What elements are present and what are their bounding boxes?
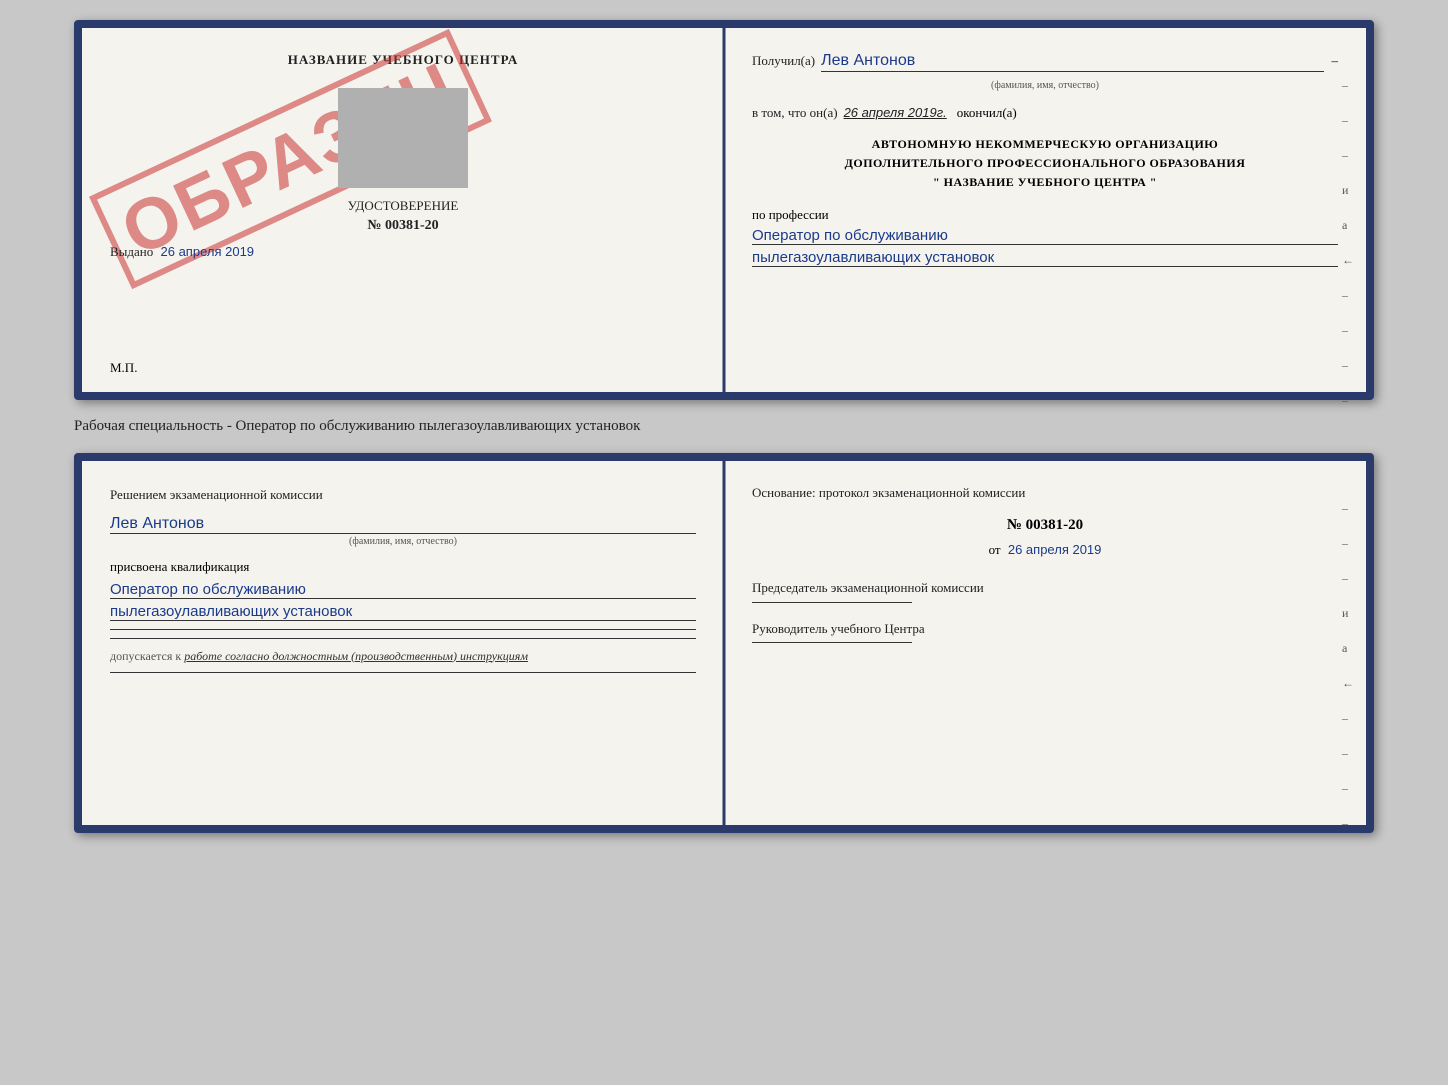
- bottom-name: Лев Антонов: [110, 515, 696, 534]
- bottom-date-line: от 26 апреля 2019: [752, 542, 1338, 558]
- separator-line3: [110, 672, 696, 673]
- osnov-title: Основание: протокол экзаменационной коми…: [752, 485, 1338, 501]
- bottom-right-dashes: – – – и а ← – – – –: [1342, 501, 1354, 831]
- dopusk-value: работе согласно должностным (производств…: [184, 649, 528, 663]
- poluchil-sub: (фамилия, имя, отчество): [752, 80, 1338, 91]
- separator-line1: [110, 629, 696, 630]
- bottom-name-sub: (фамилия, имя, отчество): [110, 536, 696, 547]
- ruk-sign-line: [752, 642, 912, 643]
- vydano-date: 26 апреля 2019: [161, 244, 255, 259]
- reshen-title: Решением экзаменационной комиссии: [110, 485, 696, 505]
- vydano-line: Выдано 26 апреля 2019: [110, 244, 696, 260]
- org-line2: ДОПОЛНИТЕЛЬНОГО ПРОФЕССИОНАЛЬНОГО ОБРАЗО…: [752, 154, 1338, 173]
- ruk-label: Руководитель учебного Центра: [752, 619, 1338, 639]
- poluchil-label: Получил(а): [752, 53, 815, 69]
- cert-right-page: Получил(а) Лев Антонов – (фамилия, имя, …: [724, 28, 1366, 392]
- ot-label: от: [989, 542, 1001, 557]
- poluchil-value: Лев Антонов: [821, 52, 1323, 72]
- mp-label: М.П.: [110, 360, 137, 376]
- kval-line1: Оператор по обслуживанию: [110, 581, 696, 599]
- org-line3: " НАЗВАНИЕ УЧЕБНОГО ЦЕНТРА ": [752, 173, 1338, 192]
- vtom-line: в том, что он(а) 26 апреля 2019г. окончи…: [752, 105, 1338, 121]
- vydano-label: Выдано: [110, 244, 153, 259]
- udost-label: УДОСТОВЕРЕНИЕ: [348, 198, 459, 214]
- bottom-num: № 00381-20: [752, 517, 1338, 534]
- vtom-date: 26 апреля 2019г.: [844, 105, 947, 120]
- pred-label: Председатель экзаменационной комиссии: [752, 578, 1338, 598]
- certificate-top: НАЗВАНИЕ УЧЕБНОГО ЦЕНТРА ОБРАЗЕЦ УДОСТОВ…: [74, 20, 1374, 400]
- pred-sign-line: [752, 602, 912, 603]
- middle-text: Рабочая специальность - Оператор по обсл…: [74, 412, 1374, 441]
- profession-line1: Оператор по обслуживанию: [752, 227, 1338, 245]
- separator-line2: [110, 638, 696, 639]
- profession-line2: пылегазоулавливающих установок: [752, 249, 1338, 267]
- org-block: АВТОНОМНУЮ НЕКОММЕРЧЕСКУЮ ОРГАНИЗАЦИЮ ДО…: [752, 135, 1338, 193]
- org-line1: АВТОНОМНУЮ НЕКОММЕРЧЕСКУЮ ОРГАНИЗАЦИЮ: [752, 135, 1338, 154]
- bottom-right-page: Основание: протокол экзаменационной коми…: [724, 461, 1366, 825]
- certificate-bottom: Решением экзаменационной комиссии Лев Ан…: [74, 453, 1374, 833]
- kval-line2: пылегазоулавливающих установок: [110, 603, 696, 621]
- right-dashes: – – – и а ← – – – –: [1342, 78, 1354, 408]
- okonchil-label: окончил(а): [957, 105, 1017, 121]
- stamp-area: УДОСТОВЕРЕНИЕ № 00381-20 Выдано 26 апрел…: [110, 88, 696, 260]
- poluchil-line: Получил(а) Лев Антонов –: [752, 52, 1338, 72]
- photo-placeholder: [338, 88, 468, 188]
- po-professii: по профессии: [752, 207, 1338, 223]
- vtom-label: в том, что он(а): [752, 105, 838, 121]
- dopusk-label: допускается к: [110, 649, 181, 663]
- dopusk-block: допускается к работе согласно должностны…: [110, 649, 696, 664]
- cert-number: № 00381-20: [367, 218, 438, 234]
- bottom-left-page: Решением экзаменационной комиссии Лев Ан…: [82, 461, 724, 825]
- cert-title: НАЗВАНИЕ УЧЕБНОГО ЦЕНТРА: [110, 52, 696, 68]
- ot-date: 26 апреля 2019: [1008, 542, 1102, 557]
- cert-left-page: НАЗВАНИЕ УЧЕБНОГО ЦЕНТРА ОБРАЗЕЦ УДОСТОВ…: [82, 28, 724, 392]
- prisvoena-label: присвоена квалификация: [110, 559, 696, 575]
- document-container: НАЗВАНИЕ УЧЕБНОГО ЦЕНТРА ОБРАЗЕЦ УДОСТОВ…: [74, 20, 1374, 833]
